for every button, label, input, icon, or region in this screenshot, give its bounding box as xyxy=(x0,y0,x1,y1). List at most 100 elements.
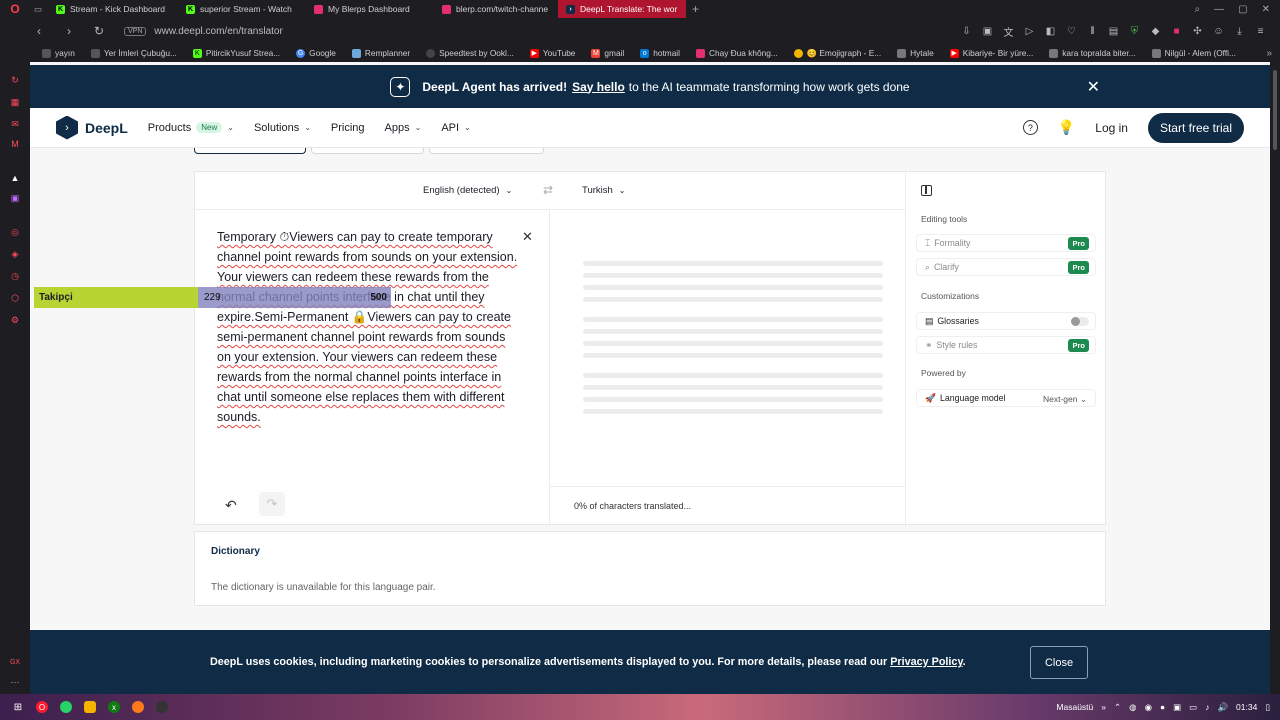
download-icon[interactable]: ⇩ xyxy=(961,26,972,37)
nav-apps[interactable]: Apps ⌄ xyxy=(385,122,422,134)
tab-kick-dashboard[interactable]: K Stream - Kick Dashboard xyxy=(48,0,178,18)
tab-deepl-write[interactable] xyxy=(429,148,544,154)
tab-superior-stream[interactable]: K superior Stream - Watch xyxy=(178,0,306,18)
privacy-policy-link[interactable]: Privacy Policy xyxy=(890,656,962,668)
tray-app-icon[interactable]: ◉ xyxy=(1145,702,1152,713)
nav-pricing[interactable]: Pricing xyxy=(331,122,365,134)
vpn-badge[interactable]: VPN xyxy=(124,26,147,36)
bookmark-item[interactable]: kara topralda biter... xyxy=(1041,48,1143,58)
tab-islands-icon[interactable]: ▦ xyxy=(9,96,21,108)
player-icon[interactable]: ▷ xyxy=(1024,26,1035,37)
folder-icon[interactable] xyxy=(84,701,96,713)
bookmark-item[interactable]: Chạy Đua không... xyxy=(688,48,786,58)
bookmark-item[interactable]: ▶ Kibariye- Bir yüre... xyxy=(942,48,1042,58)
tab-translate-files[interactable] xyxy=(311,148,424,154)
deepl-logo[interactable]: › DeepL xyxy=(56,115,128,140)
bookmark-item[interactable]: K PitircikYusuf Strea... xyxy=(185,48,288,58)
volume-icon[interactable]: 🔊 xyxy=(1217,702,1228,713)
glossaries-tool[interactable]: ▤ Glossaries xyxy=(916,312,1096,330)
microphone-icon[interactable]: ♪ xyxy=(1205,702,1209,712)
app-icon[interactable]: ▲ xyxy=(9,172,21,184)
bookmark-item[interactable]: o hotmail xyxy=(632,48,688,58)
notification-icon[interactable]: ▯ xyxy=(1265,702,1270,713)
start-icon[interactable]: ⊞ xyxy=(12,701,24,713)
opera-logo-icon[interactable]: O xyxy=(0,0,30,18)
split-icon[interactable]: ⫴ xyxy=(1087,26,1098,37)
new-tab-button[interactable]: + xyxy=(686,2,705,16)
menu-icon[interactable]: ≡ xyxy=(1255,26,1266,37)
messenger-icon[interactable]: ✉ xyxy=(9,118,21,130)
nav-api[interactable]: API ⌄ xyxy=(441,122,470,134)
collapse-panel-icon[interactable] xyxy=(921,185,932,196)
heart-icon[interactable]: ♡ xyxy=(1066,26,1077,37)
xbox-icon[interactable]: x xyxy=(108,701,120,713)
more-icon[interactable]: ⋯ xyxy=(9,676,21,688)
wallet-icon[interactable]: ◧ xyxy=(1045,26,1056,37)
cookie-close-button[interactable]: Close xyxy=(1030,646,1088,679)
bookmark-item[interactable]: Hytale xyxy=(889,48,942,58)
close-icon[interactable]: ✕ xyxy=(1087,77,1100,97)
source-text-area[interactable]: Temporary ⏱Viewers can pay to create tem… xyxy=(217,227,521,427)
translate-icon[interactable]: 文 xyxy=(1003,26,1014,39)
gmail-icon[interactable]: M xyxy=(9,138,21,150)
bookmark-item[interactable]: 😊 Emojigraph - E... xyxy=(786,48,889,59)
chevron-right-icon[interactable]: » xyxy=(1101,702,1106,712)
say-hello-link[interactable]: Say hello xyxy=(572,80,625,94)
extension-icon[interactable]: ◆ xyxy=(1150,26,1161,37)
target-language-select[interactable]: Turkish ⌄ xyxy=(582,185,626,196)
style-rules-tool[interactable]: ⚭ Style rules Pro xyxy=(916,336,1096,354)
tab-overview-icon[interactable]: ▭ xyxy=(30,0,48,18)
bookmark-item[interactable]: yayın xyxy=(34,48,83,58)
extension-icon[interactable]: ■ xyxy=(1171,26,1182,37)
redo-icon[interactable]: ↷ xyxy=(259,492,285,516)
tray-app-icon[interactable]: ◍ xyxy=(1129,702,1136,713)
chevron-up-icon[interactable]: ⌃ xyxy=(1114,702,1121,713)
login-link[interactable]: Log in xyxy=(1095,121,1128,135)
bookmark-item[interactable]: Speedtest by Ookl... xyxy=(418,48,522,58)
tray-app-icon[interactable]: ● xyxy=(1160,702,1165,712)
tray-app-icon[interactable]: ▣ xyxy=(1173,702,1181,713)
tab-deepl[interactable]: › DeepL Translate: The wor xyxy=(558,0,686,18)
bookmark-item[interactable]: Nilgül - Alem (Offi... xyxy=(1144,48,1244,58)
bookmark-item[interactable]: Remplanner xyxy=(344,48,418,58)
aria-icon[interactable]: ↻ xyxy=(9,74,21,86)
bookmark-item[interactable]: G Google xyxy=(288,48,344,58)
downloads-icon[interactable]: ⤓ xyxy=(1234,26,1245,37)
undo-icon[interactable]: ↶ xyxy=(225,497,237,514)
url-field[interactable]: www.deepl.com/en/translator xyxy=(154,26,282,37)
nav-solutions[interactable]: Solutions ⌄ xyxy=(254,122,311,134)
tab-translate-text[interactable] xyxy=(194,148,306,154)
puzzle-icon[interactable]: ✣ xyxy=(1192,26,1203,37)
search-icon[interactable] xyxy=(132,701,144,713)
settings-icon[interactable]: ⚙ xyxy=(9,314,21,326)
bookmarks-more-icon[interactable]: » xyxy=(1266,48,1280,59)
obs-icon[interactable] xyxy=(156,701,168,713)
search-icon[interactable]: ⌕ xyxy=(1195,4,1201,15)
opera-icon[interactable]: O xyxy=(36,701,48,713)
history-icon[interactable]: ◷ xyxy=(9,270,21,282)
twitch-icon[interactable]: ▣ xyxy=(9,192,21,204)
monitor-icon[interactable]: ▭ xyxy=(1189,702,1197,713)
language-model-select[interactable]: 🚀 Language model Next-gen ⌄ xyxy=(916,389,1096,407)
clear-text-icon[interactable]: ✕ xyxy=(522,229,533,245)
page-scrollbar[interactable] xyxy=(1270,62,1280,694)
start-free-trial-button[interactable]: Start free trial xyxy=(1147,112,1244,143)
scrollbar-thumb[interactable] xyxy=(1273,70,1277,150)
back-icon[interactable]: ‹ xyxy=(30,24,48,38)
desktop-label[interactable]: Masaüstü xyxy=(1056,702,1093,712)
glossary-toggle[interactable] xyxy=(1071,317,1089,326)
shield-icon[interactable]: ⛨ xyxy=(1129,26,1140,37)
maximize-icon[interactable]: ▢ xyxy=(1238,4,1247,15)
extension-icon[interactable]: ▤ xyxy=(1108,26,1119,37)
source-language-select[interactable]: English (detected) ⌄ xyxy=(423,185,512,196)
clock-time[interactable]: 01:34 xyxy=(1236,702,1257,712)
forward-icon[interactable]: › xyxy=(60,24,78,38)
swap-languages-icon[interactable]: ⇄ xyxy=(543,183,553,197)
minimize-icon[interactable]: — xyxy=(1214,4,1224,15)
extensions-icon[interactable]: ⬡ xyxy=(9,292,21,304)
nav-products[interactable]: Products New ⌄ xyxy=(148,122,234,134)
clarify-tool[interactable]: ⌕ Clarify Pro xyxy=(916,258,1096,276)
tab-blerp-twitch[interactable]: blerp.com/twitch-channe xyxy=(434,0,558,18)
instagram-icon[interactable]: ◎ xyxy=(9,226,21,238)
help-icon[interactable]: ? xyxy=(1022,120,1038,135)
